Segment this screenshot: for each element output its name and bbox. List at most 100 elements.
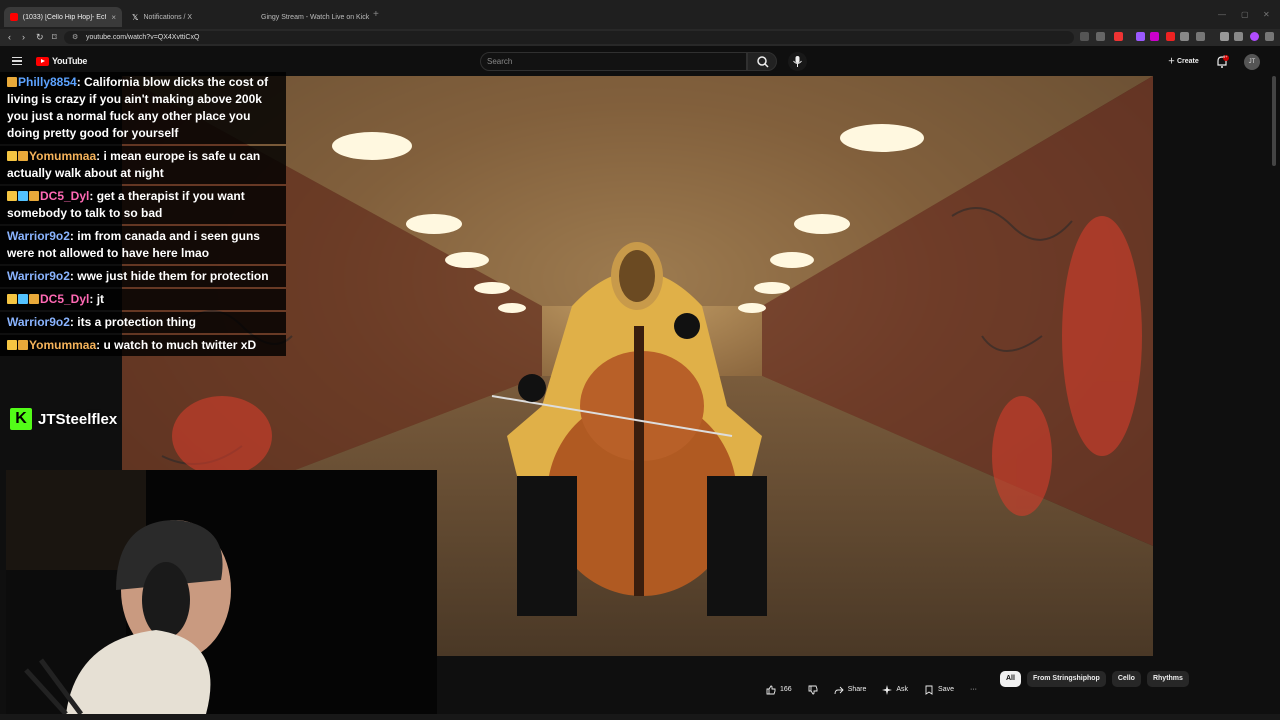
chat-username[interactable]: DC5_Dyl bbox=[40, 292, 89, 306]
tab-youtube[interactable]: (1033) [Cello Hip Hop]- Echoes × bbox=[4, 7, 122, 27]
chat-username[interactable]: Philly8854 bbox=[18, 75, 77, 89]
chat-text: : wwe just hide them for protection bbox=[69, 269, 269, 283]
microphone-icon bbox=[793, 56, 802, 67]
chat-badge-icon bbox=[7, 77, 17, 87]
chat-message: DC5_Dyl: get a therapist if you want som… bbox=[0, 186, 286, 224]
tab-title: (1033) [Cello Hip Hop]- Echoes bbox=[22, 13, 107, 21]
chip-rhythms[interactable]: Rhythms bbox=[1146, 671, 1189, 687]
extension-icon[interactable] bbox=[1166, 32, 1175, 41]
reload-icon[interactable]: ↻ bbox=[36, 32, 44, 43]
new-tab-button[interactable]: + bbox=[373, 9, 379, 20]
chat-message: Philly8854: California blow dicks the co… bbox=[0, 72, 286, 144]
webcam-image bbox=[6, 470, 231, 714]
page-scrollbar[interactable] bbox=[1272, 76, 1276, 166]
browser-menu-icon[interactable] bbox=[1265, 32, 1274, 41]
chat-username[interactable]: Yomummaa bbox=[29, 338, 96, 352]
chat-badge-icon bbox=[7, 340, 17, 350]
chat-message: Yomummaa: u watch to much twitter xD bbox=[0, 335, 286, 356]
chat-username[interactable]: DC5_Dyl bbox=[40, 189, 89, 203]
x-favicon-icon: 𝕏 bbox=[132, 12, 139, 22]
tab-x-notifications[interactable]: 𝕏 Notifications / X bbox=[126, 7, 244, 27]
extension-icon[interactable] bbox=[1180, 32, 1189, 41]
extension-icon[interactable] bbox=[1080, 32, 1089, 41]
sidebar-icon[interactable] bbox=[1234, 32, 1243, 41]
voice-search-button[interactable] bbox=[788, 52, 807, 71]
chip-from-stringshiphop[interactable]: From Stringshiphop bbox=[1026, 671, 1106, 687]
like-count: 166 bbox=[780, 686, 792, 693]
chat-message: Warrior9o2: im from canada and i seen gu… bbox=[0, 226, 286, 264]
chat-username[interactable]: Warrior9o2 bbox=[7, 229, 70, 243]
youtube-logo[interactable]: YouTube bbox=[36, 56, 87, 66]
extension-icon[interactable] bbox=[1196, 32, 1205, 41]
save-label: Save bbox=[938, 686, 955, 693]
chat-badge-icon bbox=[29, 294, 39, 304]
related-filter-chips: All From Stringshiphop Cello Rhythms bbox=[1000, 671, 1189, 687]
site-info-icon[interactable]: ⚙ bbox=[72, 31, 78, 44]
url-text: youtube.com/watch?v=QX4XvttiCxQ bbox=[86, 34, 200, 41]
chat-badge-icon bbox=[7, 191, 17, 201]
chat-badge-icon bbox=[18, 191, 28, 201]
create-label: Create bbox=[1176, 58, 1199, 65]
address-toolbar: ‹ › ↻ ⌑ ⚙ youtube.com/watch?v=QX4XvttiCx… bbox=[0, 29, 1280, 46]
hamburger-menu-icon[interactable] bbox=[12, 57, 22, 65]
chip-cello[interactable]: Cello bbox=[1111, 671, 1141, 687]
thumbs-up-icon bbox=[766, 685, 776, 695]
chat-text: : jt bbox=[89, 292, 105, 306]
media-icon[interactable] bbox=[1220, 32, 1229, 41]
youtube-favicon-icon bbox=[10, 13, 18, 21]
close-window-icon[interactable]: ✕ bbox=[1263, 10, 1270, 19]
like-button[interactable]: 166 bbox=[760, 681, 798, 699]
search-button[interactable] bbox=[747, 52, 777, 71]
chat-message: Warrior9o2: its a protection thing bbox=[0, 312, 286, 333]
chat-username[interactable]: Yomummaa bbox=[29, 149, 96, 163]
bookmark-icon[interactable]: ⌑ bbox=[52, 32, 57, 43]
url-field[interactable]: ⚙ youtube.com/watch?v=QX4XvttiCxQ bbox=[64, 31, 1074, 44]
chat-badge-icon bbox=[29, 191, 39, 201]
tab-close-icon[interactable]: × bbox=[111, 13, 116, 22]
share-icon bbox=[834, 686, 844, 695]
profile-icon[interactable] bbox=[1250, 32, 1259, 41]
more-icon: ··· bbox=[970, 686, 978, 693]
tab-title: Gingy Stream - Watch Live on Kick bbox=[261, 13, 370, 21]
chat-username[interactable]: Warrior9o2 bbox=[7, 269, 70, 283]
minimize-icon[interactable]: — bbox=[1218, 10, 1226, 19]
chat-badge-icon bbox=[7, 151, 17, 161]
taskbar-edge bbox=[0, 714, 1280, 720]
tab-kick[interactable]: Gingy Stream - Watch Live on Kick bbox=[250, 7, 370, 27]
plus-icon: ＋ bbox=[1168, 58, 1177, 65]
dislike-button[interactable] bbox=[802, 681, 824, 699]
share-icon[interactable] bbox=[1096, 32, 1105, 41]
notifications-button[interactable]: 9+ bbox=[1214, 54, 1230, 70]
maximize-icon[interactable]: ▢ bbox=[1241, 10, 1249, 19]
back-icon[interactable]: ‹ bbox=[8, 32, 11, 42]
video-actions: 166 Share Ask Save ··· bbox=[760, 681, 983, 699]
more-actions-button[interactable]: ··· bbox=[964, 681, 983, 699]
webcam-feed bbox=[6, 470, 437, 714]
youtube-play-icon bbox=[36, 56, 49, 66]
sparkle-icon bbox=[882, 685, 893, 695]
notification-count: 9+ bbox=[1223, 54, 1228, 59]
chat-text: : its a protection thing bbox=[69, 315, 196, 329]
streamer-tag: K JTSteelflex bbox=[10, 408, 117, 430]
chat-badge-icon bbox=[7, 294, 17, 304]
extension-icon[interactable] bbox=[1136, 32, 1145, 41]
chat-badge-icon bbox=[18, 294, 28, 304]
thumbs-down-icon bbox=[808, 685, 818, 695]
browser-tab-bar: (1033) [Cello Hip Hop]- Echoes × 𝕏 Notif… bbox=[0, 0, 1280, 29]
streamer-name: JTSteelflex bbox=[38, 410, 118, 428]
extension-icon[interactable] bbox=[1150, 32, 1159, 41]
share-button[interactable]: Share bbox=[828, 681, 873, 699]
youtube-logo-text: YouTube bbox=[52, 56, 88, 66]
avatar[interactable]: JT bbox=[1244, 54, 1260, 70]
chat-username[interactable]: Warrior9o2 bbox=[7, 315, 70, 329]
create-button[interactable]: ＋ Create bbox=[1162, 54, 1205, 69]
extension-icon[interactable] bbox=[1114, 32, 1123, 41]
save-button[interactable]: Save bbox=[918, 681, 960, 699]
chat-message: Yomummaa: i mean europe is safe u can ac… bbox=[0, 146, 286, 184]
chat-overlay: Philly8854: California blow dicks the co… bbox=[0, 72, 286, 398]
ask-button[interactable]: Ask bbox=[876, 681, 914, 699]
search-input[interactable]: Search bbox=[480, 52, 747, 71]
chat-message: Warrior9o2: wwe just hide them for prote… bbox=[0, 266, 286, 287]
chip-all[interactable]: All bbox=[1000, 671, 1021, 687]
forward-icon[interactable]: › bbox=[22, 32, 25, 42]
